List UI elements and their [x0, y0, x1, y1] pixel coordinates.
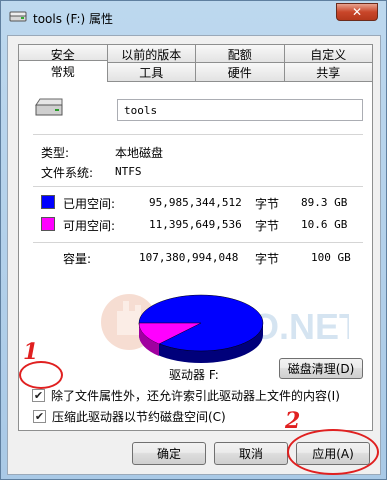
free-space-bytes: 11,395,649,536	[149, 218, 242, 231]
annotation-circle-2	[287, 429, 379, 475]
capacity-size: 100 GB	[311, 251, 351, 264]
index-checkbox-row[interactable]: ✔ 除了文件属性外，还允许索引此驱动器上文件的内容(I)	[32, 387, 340, 404]
tab-sharing[interactable]: 共享	[283, 62, 373, 82]
compress-checkbox-row[interactable]: ✔ 压缩此驱动器以节约磁盘空间(C)	[33, 408, 226, 425]
tab-hardware[interactable]: 硬件	[195, 62, 285, 82]
index-checkbox-label: 除了文件属性外，还允许索引此驱动器上文件的内容(I)	[51, 389, 340, 403]
drive-icon	[9, 11, 27, 22]
annotation-circle-1	[19, 361, 63, 389]
disk-cleanup-button[interactable]: 磁盘清理(D)	[279, 358, 363, 379]
used-space-label: 已用空间:	[63, 197, 116, 211]
free-space-label: 可用空间:	[63, 219, 116, 233]
compress-checkbox[interactable]: ✔	[33, 410, 46, 423]
free-space-swatch	[41, 217, 55, 231]
ok-button[interactable]: 确定	[132, 442, 206, 465]
used-space-bytes: 95,985,344,512	[149, 196, 242, 209]
drive-letter-label: 驱动器 F:	[169, 368, 219, 382]
used-space-unit: 字节	[255, 197, 280, 211]
capacity-label: 容量:	[63, 252, 92, 266]
general-panel: 类型: 本地磁盘 文件系统: NTFS 已用空间: 95,985,344,512…	[18, 81, 373, 431]
tab-customize[interactable]: 自定义	[283, 44, 373, 64]
properties-window: tools (F:) 属性 ✕ 安全 以前的版本 配额 自定义 常规 工具 硬件…	[0, 0, 387, 480]
index-checkbox[interactable]: ✔	[32, 389, 45, 402]
separator	[33, 242, 363, 243]
tab-row-front: 常规 工具 硬件 共享	[18, 60, 373, 82]
separator	[33, 186, 363, 187]
filesystem-value: NTFS	[115, 165, 142, 178]
tab-quota[interactable]: 配额	[195, 44, 285, 64]
filesystem-label: 文件系统:	[41, 166, 94, 180]
type-value: 本地磁盘	[115, 146, 164, 160]
used-space-swatch	[41, 195, 55, 209]
tab-general[interactable]: 常规	[18, 60, 108, 82]
annotation-number-2: 2	[285, 408, 301, 434]
dialog-client: 安全 以前的版本 配额 自定义 常规 工具 硬件 共享 类型: 本地磁盘 文件系…	[7, 35, 381, 475]
title-bar: tools (F:) 属性 ✕	[1, 1, 386, 35]
capacity-unit: 字节	[255, 252, 280, 266]
tab-tools[interactable]: 工具	[106, 62, 196, 82]
window-title: tools (F:) 属性	[33, 12, 113, 26]
capacity-bytes: 107,380,994,048	[139, 251, 239, 264]
tab-previous-versions[interactable]: 以前的版本	[106, 44, 196, 64]
separator	[33, 134, 363, 135]
hard-drive-icon	[35, 98, 63, 116]
cancel-button[interactable]: 取消	[214, 442, 288, 465]
compress-checkbox-label: 压缩此驱动器以节约磁盘空间(C)	[52, 410, 226, 424]
used-space-size: 89.3 GB	[301, 196, 348, 209]
free-space-unit: 字节	[255, 219, 280, 233]
close-button[interactable]: ✕	[336, 3, 378, 21]
free-space-size: 10.6 GB	[301, 218, 348, 231]
drive-name-input[interactable]	[117, 99, 363, 121]
disk-usage-pie-chart	[138, 294, 264, 363]
type-label: 类型:	[41, 146, 70, 160]
